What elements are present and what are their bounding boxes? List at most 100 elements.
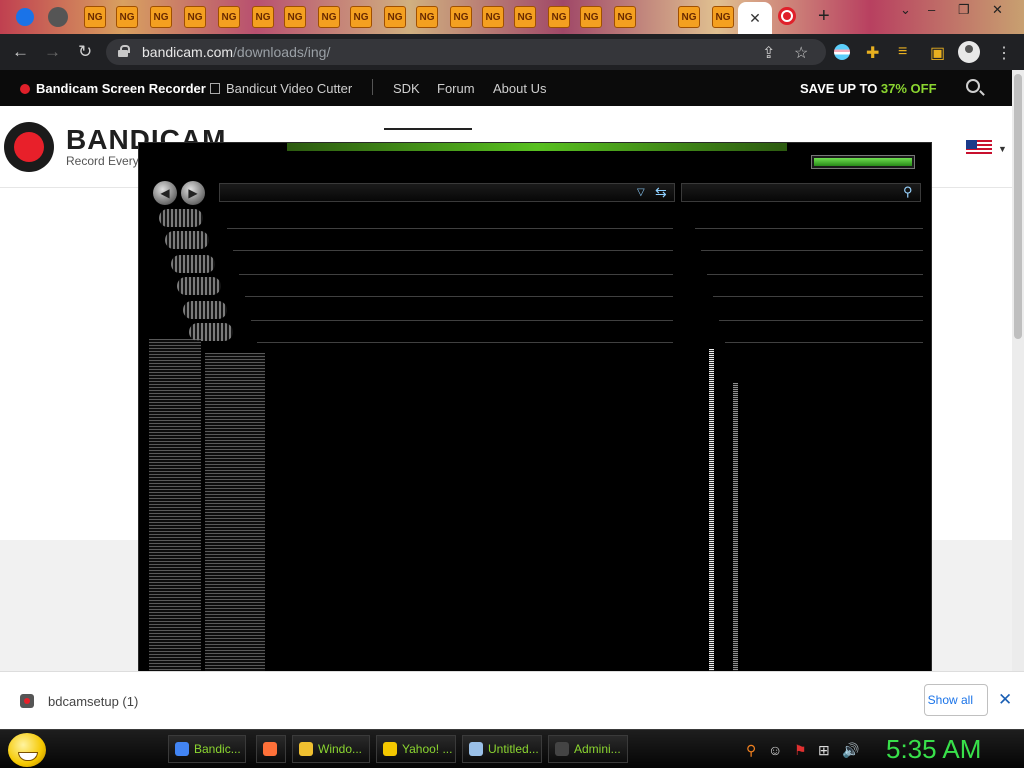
extensions-puzzle-icon[interactable]: ✚ xyxy=(866,43,879,63)
volume-icon[interactable]: 🔊 xyxy=(842,742,859,759)
action-center-flag-icon[interactable]: ⚑ xyxy=(794,742,807,759)
scrollbar-thumb[interactable] xyxy=(1014,74,1022,339)
download-item[interactable]: bdcamsetup (1) xyxy=(48,694,138,709)
ghost-address-row xyxy=(239,253,673,275)
explorer-search-box[interactable] xyxy=(681,183,921,202)
ghost-nav-buttons xyxy=(159,209,203,227)
newgrounds-tab-icon[interactable]: NG xyxy=(514,6,536,28)
side-panel-icon[interactable]: ▣ xyxy=(930,43,945,63)
ghost-search-row xyxy=(701,229,923,251)
lock-icon xyxy=(118,45,130,57)
newgrounds-tab-icon[interactable]: NG xyxy=(450,6,472,28)
active-tab[interactable]: ✕ xyxy=(738,2,772,34)
ghost-nav-buttons xyxy=(183,301,227,319)
tab-close-icon[interactable]: ✕ xyxy=(749,10,761,27)
newgrounds-tab-icon[interactable]: NG xyxy=(580,6,602,28)
bookmark-star-icon[interactable]: ☆ xyxy=(794,43,808,63)
us-flag-icon[interactable] xyxy=(966,140,992,156)
search-tray-icon[interactable]: ⚲ xyxy=(746,742,756,759)
newgrounds-tab-icon[interactable]: NG xyxy=(384,6,406,28)
newgrounds-tab-icon[interactable]: NG xyxy=(150,6,172,28)
newgrounds-tab-icon[interactable]: NG xyxy=(84,6,106,28)
browser-toolbar: ← → ↻ bandicam.com/downloads/ing/ ⇪ ☆ ✚ … xyxy=(0,34,1024,70)
tab-favicon-chrome[interactable] xyxy=(48,7,68,27)
nav-sdk[interactable]: SDK xyxy=(393,81,420,96)
start-button[interactable] xyxy=(8,733,46,767)
newgrounds-tab-icon[interactable]: NG xyxy=(318,6,340,28)
shelf-close-icon[interactable]: ✕ xyxy=(998,690,1012,710)
newgrounds-tab-icon[interactable]: NG xyxy=(284,6,306,28)
newgrounds-tab-icon[interactable]: NG xyxy=(548,6,570,28)
download-shelf: bdcamsetup (1) Show all ✕ xyxy=(0,671,1024,729)
minimize-icon[interactable]: – xyxy=(928,2,935,17)
newgrounds-tab-icon[interactable]: NG xyxy=(350,6,372,28)
newgrounds-tab-icon[interactable]: NG xyxy=(184,6,206,28)
nav-forum[interactable]: Forum xyxy=(437,81,475,96)
restore-icon[interactable]: ❐ xyxy=(958,2,970,18)
nav-screen-recorder[interactable]: Bandicam Screen Recorder xyxy=(36,81,206,96)
taskbar-button[interactable]: Yahoo! ... xyxy=(376,735,456,763)
folder-icon xyxy=(299,742,313,756)
taskbar-button[interactable]: Bandic... xyxy=(168,735,246,763)
tab-search-icon[interactable]: ⌄ xyxy=(900,2,911,18)
bandicam-logo[interactable] xyxy=(4,122,54,172)
newgrounds-tab-icon[interactable]: NG xyxy=(614,6,636,28)
address-bar[interactable]: bandicam.com/downloads/ing/ xyxy=(106,39,826,65)
messenger-tray-icon[interactable]: ☺ xyxy=(768,742,782,758)
back-icon[interactable]: ← xyxy=(12,42,29,62)
explorer-search-icon[interactable]: ⚲ xyxy=(903,184,913,200)
network-icon[interactable]: ⊞ xyxy=(818,742,830,759)
taskbar-clock[interactable]: 5:35 AM xyxy=(886,734,981,765)
tab-strip: NG NG NG NG NG NG NG NG NG NG NG NG NG NG NG NG NG NG NG ✕… xyxy=(0,0,1024,34)
window-progress-bar xyxy=(811,155,915,169)
explorer-address-bar[interactable] xyxy=(219,183,675,202)
nav-video-cutter[interactable]: Bandicut Video Cutter xyxy=(226,81,352,96)
taskbar-button[interactable] xyxy=(256,735,286,763)
tab-favicon-app[interactable] xyxy=(16,8,34,26)
forward-icon[interactable]: → xyxy=(44,42,61,62)
taskbar-button[interactable]: Windo... xyxy=(292,735,370,763)
glitched-explorer-window: ◀ ▶ ▽ ⇆ ⚲ xyxy=(138,142,932,730)
menu-icon[interactable]: ⋮ xyxy=(996,43,1012,63)
taskbar-button-label: Yahoo! ... xyxy=(402,742,453,756)
newgrounds-tab-icon[interactable]: NG xyxy=(482,6,504,28)
taskbar-button[interactable]: Untitled... xyxy=(462,735,542,763)
new-tab-button[interactable]: + xyxy=(818,6,830,26)
newgrounds-tab-icon[interactable]: NG xyxy=(712,6,734,28)
profile-avatar[interactable] xyxy=(958,41,980,63)
reading-list-icon[interactable]: ≡ xyxy=(898,43,907,61)
window-accent-bar xyxy=(287,143,787,151)
share-icon[interactable]: ⇪ xyxy=(762,43,775,63)
nav-divider xyxy=(372,79,373,95)
explorer-back-icon[interactable]: ◀ xyxy=(153,181,177,205)
site-search-icon[interactable] xyxy=(966,79,980,93)
explorer-refresh-icon[interactable]: ⇆ xyxy=(655,184,667,201)
promo-banner[interactable]: SAVE UP TO 37% OFF xyxy=(800,81,937,96)
url-host: bandicam.com xyxy=(142,44,234,60)
newgrounds-tab-icon[interactable]: NG xyxy=(252,6,274,28)
reload-icon[interactable]: ↻ xyxy=(78,42,92,62)
nav-about[interactable]: About Us xyxy=(493,81,546,96)
address-dropdown-icon[interactable]: ▽ xyxy=(637,187,645,198)
show-all-button[interactable]: Show all xyxy=(924,684,988,716)
document-icon xyxy=(210,83,220,94)
newgrounds-tab-icon[interactable]: NG xyxy=(218,6,240,28)
extension-flag-icon[interactable] xyxy=(834,44,850,60)
url-text[interactable]: bandicam.com/downloads/ing/ xyxy=(142,44,330,60)
language-caret-icon[interactable]: ▼ xyxy=(998,144,1007,154)
ghost-address-row xyxy=(233,229,673,251)
newgrounds-tab-icon[interactable]: NG xyxy=(116,6,138,28)
bandicam-tab-icon[interactable] xyxy=(778,7,796,25)
ghost-search-row xyxy=(707,253,923,275)
newgrounds-tab-icon[interactable]: NG xyxy=(416,6,438,28)
screen: { "browser": { "url_host": "bandicam.com… xyxy=(0,0,1024,768)
taskbar-button[interactable]: Admini... xyxy=(548,735,628,763)
newgrounds-tab-icon[interactable]: NG xyxy=(678,6,700,28)
ghost-search-row xyxy=(713,275,923,297)
command-prompt-icon xyxy=(555,742,569,756)
firefox-icon xyxy=(263,742,277,756)
explorer-forward-icon[interactable]: ▶ xyxy=(181,181,205,205)
ghost-nav-buttons xyxy=(165,231,209,249)
window-close-icon[interactable]: ✕ xyxy=(992,2,1003,18)
page-scrollbar[interactable] xyxy=(1012,70,1024,671)
